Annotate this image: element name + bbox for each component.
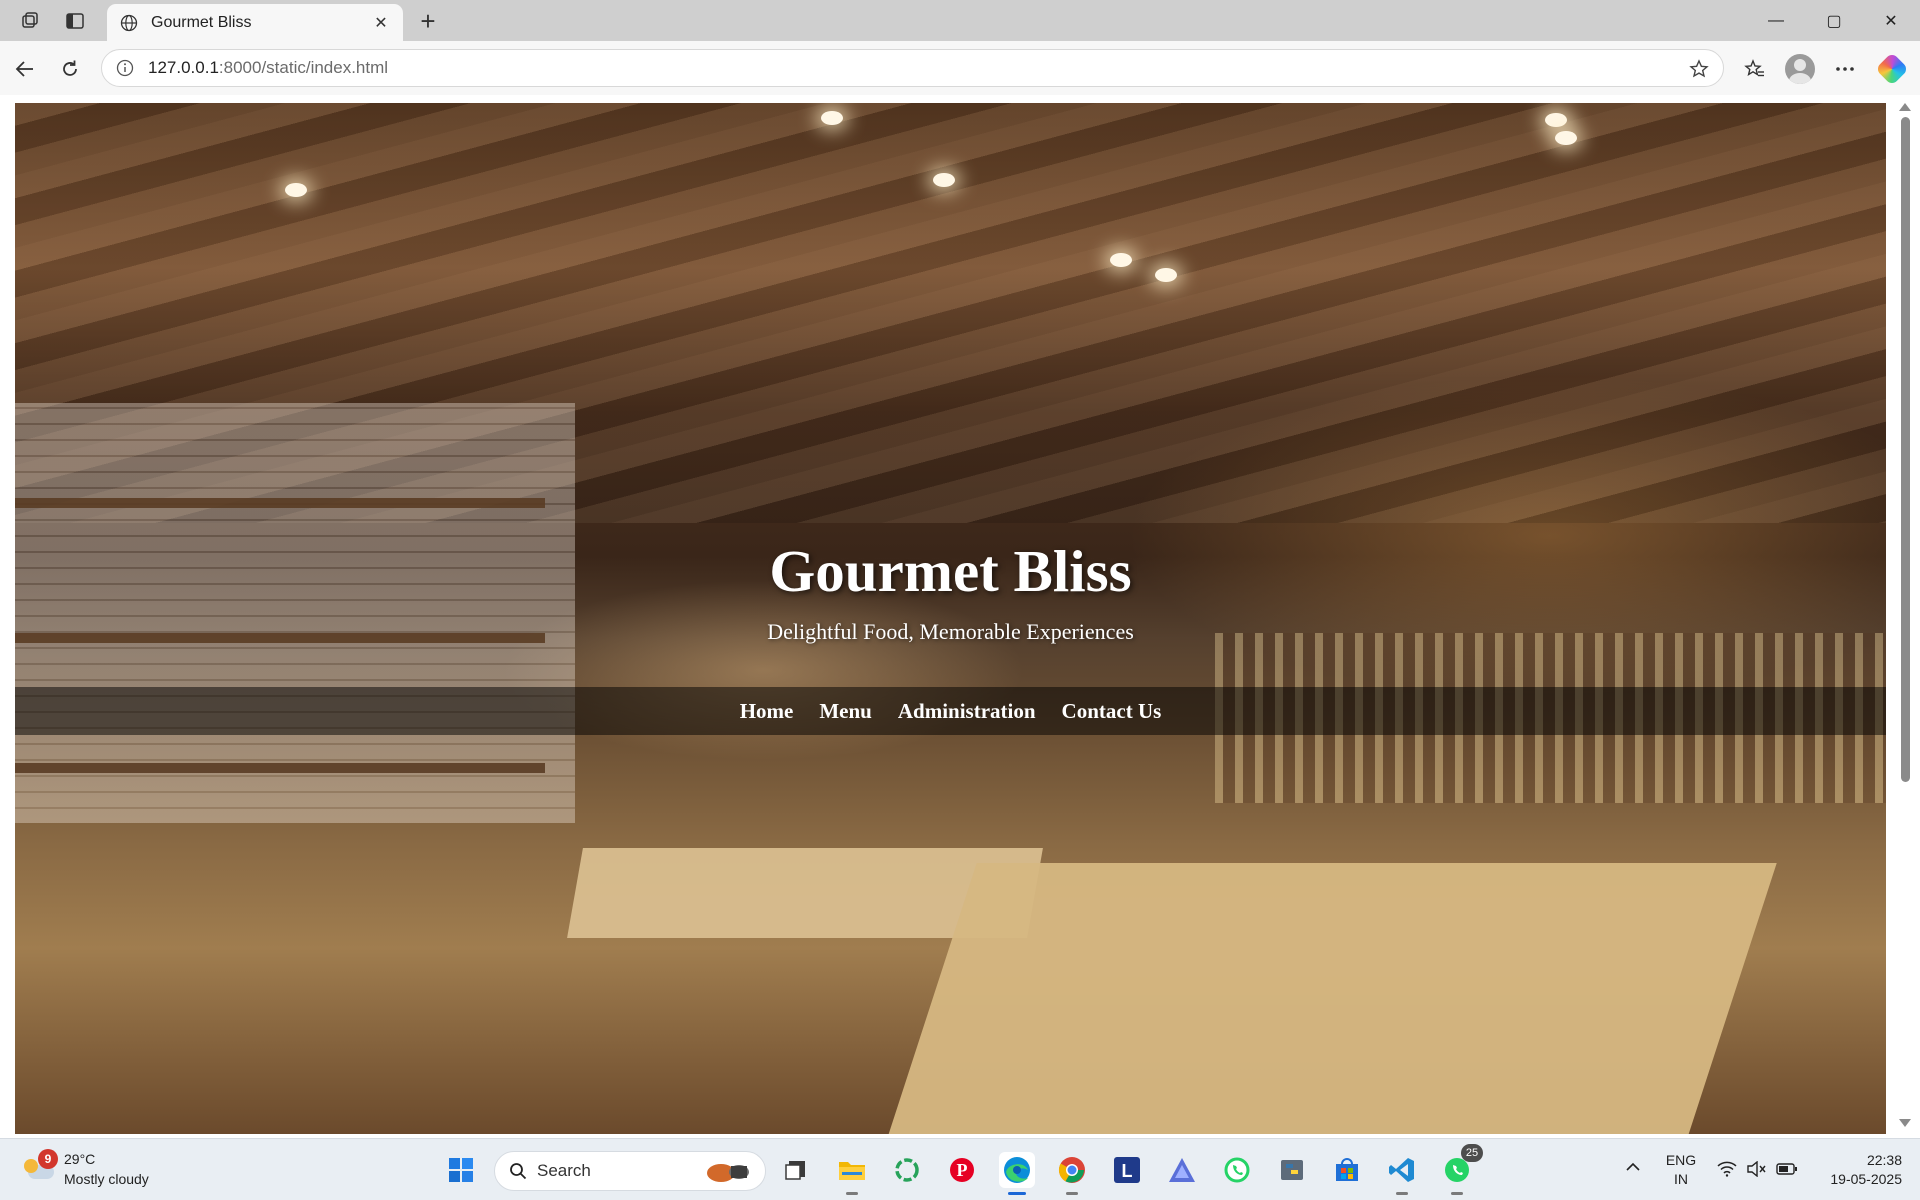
svg-text:P: P [957, 1160, 968, 1180]
start-button[interactable] [443, 1152, 479, 1188]
favorites-icon[interactable] [1739, 53, 1771, 85]
site-navigation: Home Menu Administration Contact Us [15, 687, 1886, 735]
scroll-up-arrow-icon[interactable] [1899, 103, 1911, 111]
search-highlight-icon [707, 1164, 749, 1182]
show-hidden-icons-chevron-up-icon[interactable] [1623, 1157, 1643, 1177]
page-scrollbar[interactable] [1891, 95, 1920, 1138]
taskbar-search-box[interactable]: Search [494, 1151, 766, 1191]
nav-link-menu[interactable]: Menu [819, 699, 872, 724]
volume-muted-icon[interactable] [1745, 1159, 1767, 1179]
pinterest-icon[interactable]: P [944, 1152, 980, 1188]
browser-toolbar: 127.0.0.1:8000/static/index.html [0, 41, 1920, 95]
page-subtitle: Delightful Food, Memorable Experiences [767, 619, 1134, 644]
scroll-thumb[interactable] [1901, 117, 1910, 782]
address-bar[interactable]: 127.0.0.1:8000/static/index.html [101, 49, 1724, 87]
page-viewport: Gourmet Bliss Delightful Food, Memorable… [0, 95, 1920, 1138]
url-host: 127.0.0.1 [148, 58, 219, 77]
whatsapp-icon[interactable] [1219, 1152, 1255, 1188]
affinity-app-icon[interactable] [1164, 1152, 1200, 1188]
favorite-star-icon[interactable] [1687, 57, 1711, 81]
weather-widget[interactable]: 9 29°C Mostly cloudy [22, 1149, 182, 1193]
profile-icon[interactable] [1784, 53, 1816, 85]
edge-browser-icon[interactable] [999, 1152, 1035, 1195]
system-clock[interactable]: 22:38 19-05-2025 [1810, 1151, 1902, 1189]
new-tab-button[interactable]: + [414, 6, 442, 36]
url-path: :8000/static/index.html [218, 58, 389, 77]
input-language-indicator[interactable]: ENG IN [1665, 1151, 1697, 1189]
weather-temperature: 29°C [64, 1151, 96, 1167]
tab-title: Gourmet Bliss [151, 13, 252, 31]
weather-badge: 9 [38, 1149, 58, 1169]
svg-text:L: L [1122, 1161, 1133, 1181]
minimize-button[interactable]: — [1747, 0, 1805, 41]
notification-count-badge: 25 [1461, 1144, 1483, 1162]
tab-close-icon[interactable]: ✕ [371, 13, 391, 33]
site-info-icon[interactable] [114, 57, 136, 79]
wifi-icon[interactable] [1716, 1159, 1738, 1179]
nav-link-administration[interactable]: Administration [898, 699, 1036, 724]
vscode-icon[interactable] [1384, 1152, 1420, 1195]
task-view-icon[interactable] [778, 1152, 814, 1188]
battery-icon[interactable] [1775, 1159, 1799, 1179]
globe-icon [119, 13, 139, 33]
browser-tab-active[interactable]: Gourmet Bliss ✕ [107, 4, 403, 41]
vertical-tabs-icon[interactable] [62, 8, 88, 34]
search-label: Search [537, 1161, 591, 1180]
nav-link-contact-us[interactable]: Contact Us [1062, 699, 1162, 724]
hero-section: Gourmet Bliss Delightful Food, Memorable… [15, 103, 1886, 1134]
workspaces-icon[interactable] [17, 8, 43, 34]
microsoft-store-icon[interactable] [1329, 1152, 1365, 1188]
file-explorer-icon[interactable] [834, 1152, 870, 1195]
back-arrow-icon[interactable] [9, 53, 41, 85]
page-title: Gourmet Bliss [769, 538, 1132, 604]
scroll-down-arrow-icon[interactable] [1899, 1119, 1911, 1127]
close-window-button[interactable]: ✕ [1862, 0, 1920, 41]
more-options-icon[interactable] [1829, 53, 1861, 85]
search-icon [510, 1163, 527, 1180]
l-app-icon[interactable]: L [1109, 1152, 1145, 1188]
whatsapp-business-icon[interactable]: 25 [1439, 1144, 1483, 1195]
loop-app-icon[interactable] [889, 1152, 925, 1188]
maximize-button[interactable]: ▢ [1805, 0, 1863, 41]
browser-tab-strip: Gourmet Bliss ✕ + — ▢ ✕ [0, 0, 1920, 41]
nav-link-home[interactable]: Home [740, 699, 794, 724]
python-icon[interactable] [1274, 1152, 1310, 1188]
weather-condition: Mostly cloudy [64, 1171, 149, 1187]
copilot-icon[interactable] [1875, 52, 1909, 86]
windows-logo-icon [449, 1158, 473, 1182]
avatar [1785, 54, 1815, 84]
chrome-icon[interactable] [1054, 1152, 1090, 1195]
refresh-icon[interactable] [54, 53, 86, 85]
windows-taskbar: 9 29°C Mostly cloudy Search P L 25 ENG I… [0, 1138, 1920, 1200]
